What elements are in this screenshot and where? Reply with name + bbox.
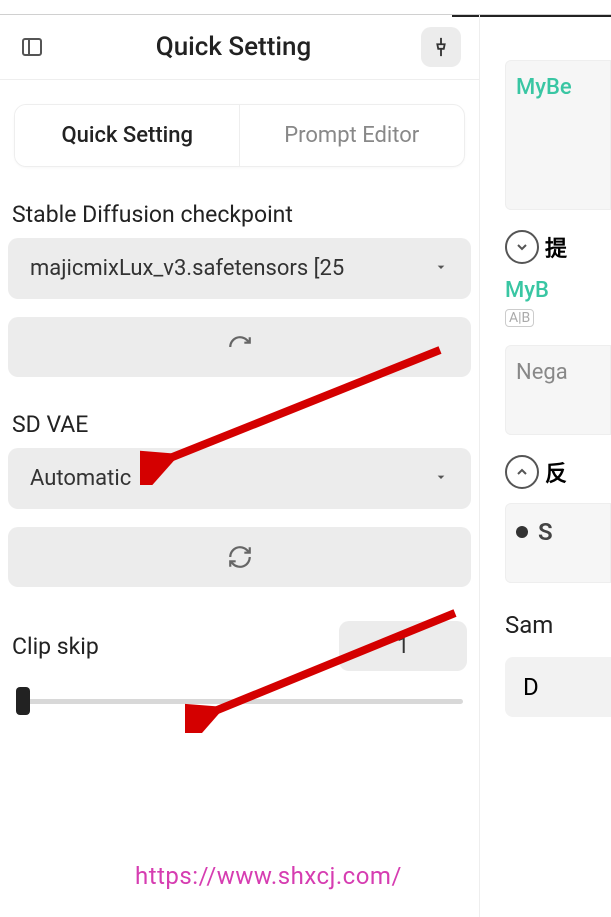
sam-label: Sam xyxy=(505,611,611,639)
panel-toggle-icon[interactable] xyxy=(18,33,46,61)
tab-quick-setting[interactable]: Quick Setting xyxy=(15,105,240,166)
checkpoint-dropdown[interactable]: majicmixLux_v3.safetensors [25 xyxy=(8,238,471,299)
checkpoint-refresh-button[interactable] xyxy=(8,317,471,377)
clip-skip-value-input[interactable]: 1 xyxy=(339,621,467,671)
tab-prompt-editor[interactable]: Prompt Editor xyxy=(240,105,465,166)
vae-refresh-button[interactable] xyxy=(8,527,471,587)
neg-header-text: 反 xyxy=(545,456,567,488)
prompt-header-text: 提 xyxy=(545,231,567,263)
chevron-down-icon xyxy=(433,466,449,491)
right-myb-text: MyB xyxy=(505,278,611,303)
bullet-icon xyxy=(516,526,528,538)
clip-skip-slider[interactable] xyxy=(16,687,463,715)
prompt-section-toggle[interactable]: 提 xyxy=(505,230,611,264)
chevron-up-circle-icon xyxy=(505,455,539,489)
vae-value: Automatic xyxy=(30,466,131,491)
vae-dropdown[interactable]: Automatic xyxy=(8,448,471,509)
right-mybe-text: MyBe xyxy=(516,75,600,100)
vae-label: SD VAE xyxy=(12,411,467,438)
ab-translate-icon[interactable]: A|B xyxy=(505,309,534,327)
checkpoint-value: majicmixLux_v3.safetensors [25 xyxy=(30,256,344,281)
clip-skip-label: Clip skip xyxy=(12,633,99,660)
checkpoint-label: Stable Diffusion checkpoint xyxy=(12,201,467,228)
neg-section-toggle[interactable]: 反 xyxy=(505,455,611,489)
slider-thumb[interactable] xyxy=(16,687,30,715)
negative-label: Nega xyxy=(516,360,600,385)
panel-title: Quick Setting xyxy=(46,32,421,62)
pin-button[interactable] xyxy=(421,27,461,67)
settings-tabs: Quick Setting Prompt Editor xyxy=(14,104,465,167)
s-row: S xyxy=(516,518,600,546)
watermark-url: https://www.shxcj.com/ xyxy=(135,862,402,890)
d-box[interactable]: D xyxy=(505,657,611,717)
chevron-down-circle-icon xyxy=(505,230,539,264)
chevron-down-icon xyxy=(433,256,449,281)
